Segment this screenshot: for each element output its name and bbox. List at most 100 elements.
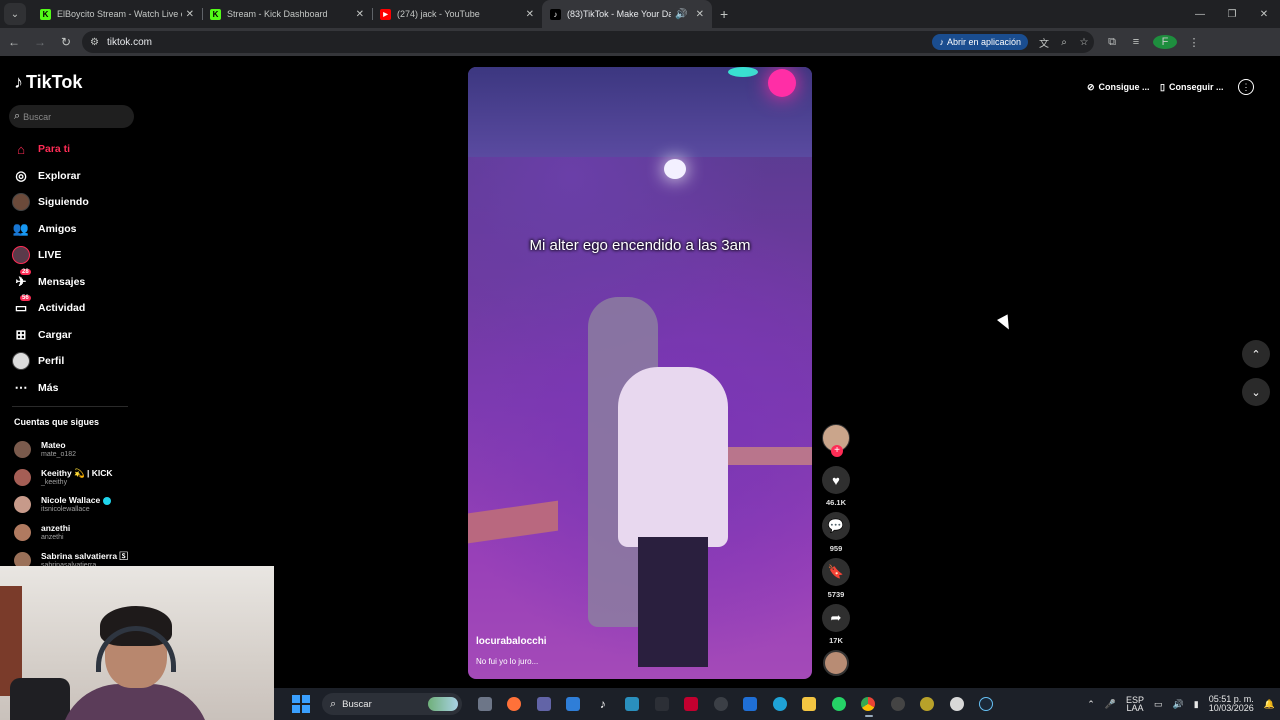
microphone-icon[interactable]: 🎤 bbox=[1100, 699, 1121, 710]
zoom-icon[interactable]: ⌕ bbox=[1054, 37, 1074, 48]
media-control-icon[interactable]: ≡ bbox=[1124, 36, 1148, 48]
file-explorer-icon[interactable] bbox=[795, 690, 825, 718]
youtube-favicon-icon: ▶ bbox=[380, 8, 391, 20]
next-video-button[interactable]: ⌄ bbox=[1242, 378, 1270, 406]
translate-icon[interactable]: 文 bbox=[1034, 35, 1054, 50]
sidebar-item-mas[interactable]: ⋯ Más bbox=[12, 375, 132, 402]
edge-icon[interactable] bbox=[765, 690, 795, 718]
sidebar-item-mensajes[interactable]: ✈ 28 Mensajes bbox=[12, 268, 132, 296]
windows-start-icon[interactable] bbox=[292, 695, 310, 713]
red-app-icon[interactable] bbox=[677, 690, 707, 718]
comment-action[interactable]: 💬 959 bbox=[820, 512, 852, 558]
tab-kick-stream[interactable]: K ElBoycito Stream - Watch Live o ✕ bbox=[32, 0, 202, 28]
sidebar-item-para-ti[interactable]: ⌂ Para ti bbox=[12, 136, 132, 163]
share-icon[interactable]: ➦ bbox=[822, 604, 850, 632]
messages-icon: ✈ 28 bbox=[15, 268, 31, 289]
taskbar-search[interactable]: ⌕ Buscar bbox=[322, 693, 462, 715]
get-app-button[interactable]: ▯ Conseguir ... bbox=[1160, 76, 1223, 98]
store-icon[interactable] bbox=[559, 690, 589, 718]
back-icon[interactable]: ← bbox=[2, 30, 26, 54]
profile-icon bbox=[12, 352, 30, 371]
new-tab-button[interactable]: + bbox=[720, 6, 728, 22]
sidebar-item-actividad[interactable]: ▭ 56 Actividad bbox=[12, 295, 132, 322]
video-player[interactable]: Mi alter ego encendido a las 3am locurab… bbox=[468, 67, 812, 679]
comment-icon[interactable]: 💬 bbox=[822, 512, 850, 540]
photos-icon[interactable] bbox=[618, 690, 648, 718]
extensions-icon[interactable]: ⧉ bbox=[1100, 36, 1124, 49]
language-indicator[interactable]: ESP LAA bbox=[1121, 696, 1149, 713]
sidebar-item-siguiendo[interactable]: Siguiendo bbox=[12, 189, 132, 216]
minimize-icon[interactable]: — bbox=[1184, 0, 1216, 28]
bookmark-icon[interactable]: 🔖 bbox=[822, 558, 850, 586]
chrome-icon[interactable] bbox=[854, 690, 884, 718]
close-icon[interactable]: ✕ bbox=[526, 9, 534, 20]
teams-icon[interactable] bbox=[529, 690, 559, 718]
tab-youtube[interactable]: ▶ (274) jack - YouTube ✕ bbox=[372, 0, 542, 28]
close-window-icon[interactable]: ✕ bbox=[1248, 0, 1280, 28]
heart-icon[interactable]: ♥ bbox=[822, 466, 850, 494]
tab-tiktok[interactable]: ♪ (83)TikTok - Make Your Day 🔊 ✕ bbox=[542, 0, 712, 28]
tiktok-logo[interactable]: ♪ TikTok bbox=[14, 72, 82, 93]
author-avatar[interactable]: + bbox=[822, 424, 850, 457]
get-coins-label: Consigue ... bbox=[1098, 82, 1150, 92]
sidebar-item-amigos[interactable]: 👥 Amigos bbox=[12, 216, 132, 243]
steam-icon[interactable] bbox=[972, 690, 1002, 718]
site-info-icon[interactable]: ⚙ bbox=[90, 37, 99, 48]
video-username[interactable]: locurabalocchi bbox=[476, 636, 547, 647]
follow-plus-icon[interactable]: + bbox=[831, 445, 843, 457]
network-icon[interactable]: ▭ bbox=[1149, 699, 1168, 710]
reload-icon[interactable]: ↻ bbox=[54, 30, 78, 54]
battery-icon[interactable]: ▮ bbox=[1189, 699, 1204, 710]
open-in-app-button[interactable]: ♪ Abrir en aplicación bbox=[932, 34, 1028, 50]
following-list: Mateo mate_o182 Keeithy 💫 | KICK _keeith… bbox=[14, 436, 134, 574]
clock[interactable]: 05:51 p. m. 10/03/2026 bbox=[1204, 695, 1259, 713]
firefox-icon[interactable] bbox=[500, 690, 530, 718]
address-bar[interactable]: ⚙ tiktok.com ♪ Abrir en aplicación 文 ⌕ ☆ bbox=[82, 31, 1094, 53]
chatgpt-icon[interactable] bbox=[883, 690, 913, 718]
windows-taskbar: ⌕ Buscar ♪ ⌃ 🎤 ESP LAA ▭ 🔊 ▮ 05:51 p. m.… bbox=[274, 688, 1280, 720]
app-icon[interactable] bbox=[942, 690, 972, 718]
following-name: Keeithy 💫 | KICK bbox=[41, 467, 113, 478]
chrome-menu-icon[interactable]: ⋮ bbox=[1182, 36, 1206, 49]
sidebar-item-explorar[interactable]: ◎ Explorar bbox=[12, 163, 132, 190]
following-item[interactable]: anzethi anzethi bbox=[14, 519, 134, 547]
avatar bbox=[14, 441, 31, 459]
save-action[interactable]: 🔖 5739 bbox=[820, 558, 852, 604]
like-count: 46.1K bbox=[825, 498, 846, 507]
close-icon[interactable]: ✕ bbox=[186, 9, 194, 20]
music-disc-avatar[interactable] bbox=[823, 650, 849, 676]
restore-icon[interactable]: ❐ bbox=[1216, 0, 1248, 28]
close-icon[interactable]: ✕ bbox=[356, 9, 364, 20]
sidebar-item-live[interactable]: LIVE bbox=[12, 242, 132, 269]
sidebar-item-perfil[interactable]: Perfil bbox=[12, 348, 132, 375]
tab-search-button[interactable]: ⌄ bbox=[4, 3, 26, 25]
app-icon[interactable] bbox=[913, 690, 943, 718]
previous-video-button[interactable]: ⌃ bbox=[1242, 340, 1270, 368]
search-highlight-image bbox=[428, 697, 458, 711]
like-action[interactable]: ♥ 46.1K bbox=[820, 466, 852, 512]
app-icon[interactable] bbox=[647, 690, 677, 718]
tiktok-app-icon[interactable]: ♪ bbox=[588, 690, 618, 718]
forward-icon[interactable]: → bbox=[28, 30, 52, 54]
following-item[interactable]: Nicole Wallace itsnicolewallace bbox=[14, 491, 134, 519]
profile-avatar[interactable]: F bbox=[1153, 35, 1177, 49]
sidebar-item-cargar[interactable]: ⊞ Cargar bbox=[12, 322, 132, 349]
search-input[interactable]: ⌕ Buscar bbox=[9, 105, 134, 128]
following-item[interactable]: Mateo mate_o182 bbox=[14, 436, 134, 464]
tray-overflow-icon[interactable]: ⌃ bbox=[1082, 699, 1100, 710]
notification-icon[interactable]: 🔔 bbox=[1259, 699, 1280, 710]
close-icon[interactable]: ✕ bbox=[696, 9, 704, 20]
more-options-icon[interactable]: ⋮ bbox=[1238, 79, 1254, 95]
get-coins-button[interactable]: ⊘ Consigue ... bbox=[1087, 76, 1150, 98]
bookmark-star-icon[interactable]: ☆ bbox=[1074, 37, 1094, 48]
share-action[interactable]: ➦ 17K bbox=[820, 604, 852, 650]
whatsapp-icon[interactable] bbox=[824, 690, 854, 718]
volume-icon[interactable]: 🔊 bbox=[1168, 699, 1189, 710]
following-item[interactable]: Keeithy 💫 | KICK _keeithy bbox=[14, 464, 134, 492]
mail-icon[interactable] bbox=[736, 690, 766, 718]
obs-icon[interactable] bbox=[706, 690, 736, 718]
task-view-icon[interactable] bbox=[470, 690, 500, 718]
speaker-icon[interactable]: 🔊 bbox=[675, 9, 687, 20]
tab-kick-dashboard[interactable]: K Stream - Kick Dashboard ✕ bbox=[202, 0, 372, 28]
following-handle: anzethi bbox=[41, 534, 64, 542]
